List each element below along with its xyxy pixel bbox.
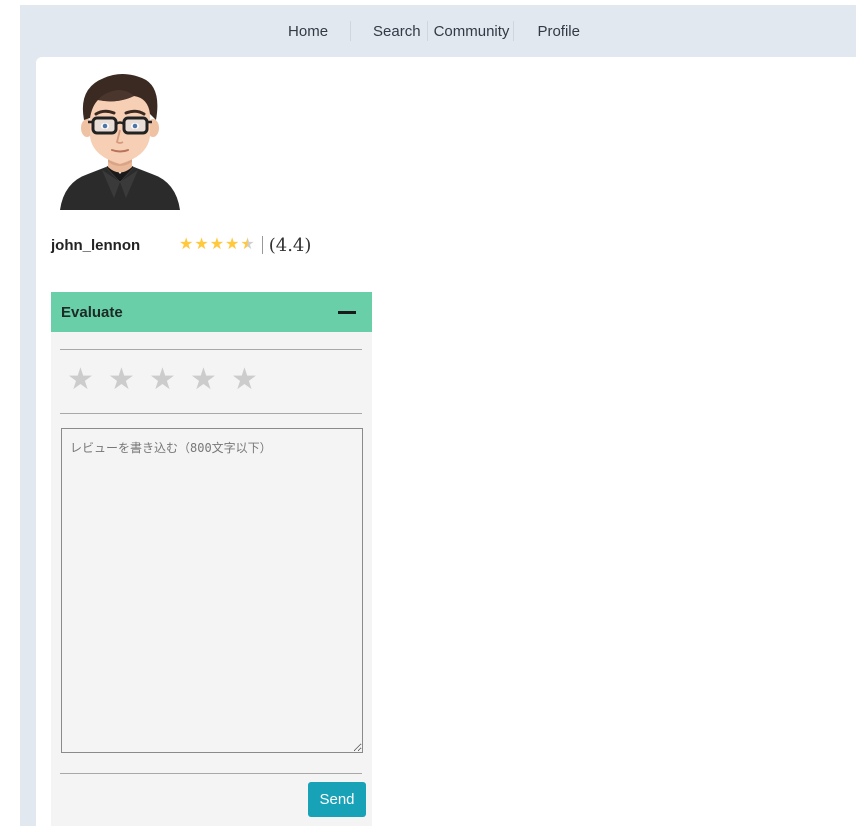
divider xyxy=(60,349,362,350)
rating-star-2-icon[interactable]: ★ xyxy=(108,363,149,397)
divider xyxy=(60,773,362,774)
evaluate-panel: Evaluate ★ ★ ★ ★ ★ Send xyxy=(51,292,372,826)
nav-home-link[interactable]: Home xyxy=(277,23,339,40)
minus-icon xyxy=(338,310,356,314)
page: Home Search Community Profile john_lenno… xyxy=(0,0,856,826)
send-button[interactable]: Send xyxy=(308,782,366,817)
half-star-icon: ★ xyxy=(240,236,255,253)
nav-links: Home Search Community Profile xyxy=(277,21,591,41)
evaluate-header[interactable]: Evaluate xyxy=(51,292,372,332)
review-textarea[interactable] xyxy=(61,428,363,753)
username: john_lennon xyxy=(51,236,141,254)
collapse-button[interactable] xyxy=(338,302,356,322)
nav-divider xyxy=(513,21,515,41)
rating-value: (4.4) xyxy=(268,234,312,256)
star-icon: ★ xyxy=(179,236,194,253)
avatar xyxy=(60,74,180,210)
rating-star-3-icon[interactable]: ★ xyxy=(149,363,190,397)
rating-star-5-icon[interactable]: ★ xyxy=(231,363,272,397)
user-rating-row: john_lennon ★ ★ ★ ★ ★ (4.4) xyxy=(51,232,311,258)
rating-star-1-icon[interactable]: ★ xyxy=(67,363,108,397)
top-navigation: Home Search Community Profile xyxy=(20,5,856,57)
rating-star-4-icon[interactable]: ★ xyxy=(190,363,231,397)
rating-divider xyxy=(261,236,263,254)
nav-divider xyxy=(350,21,352,41)
star-icon: ★ xyxy=(225,236,240,253)
divider xyxy=(60,413,362,414)
nav-profile-link[interactable]: Profile xyxy=(526,23,591,40)
nav-community-link[interactable]: Community xyxy=(428,23,514,40)
star-icon: ★ xyxy=(209,236,225,253)
star-rating-input: ★ ★ ★ ★ ★ xyxy=(67,363,272,397)
rating-stars: ★ ★ ★ ★ ★ xyxy=(179,237,256,253)
evaluate-title: Evaluate xyxy=(61,303,123,321)
star-icon: ★ xyxy=(194,236,209,253)
nav-search-link[interactable]: Search xyxy=(362,23,427,40)
